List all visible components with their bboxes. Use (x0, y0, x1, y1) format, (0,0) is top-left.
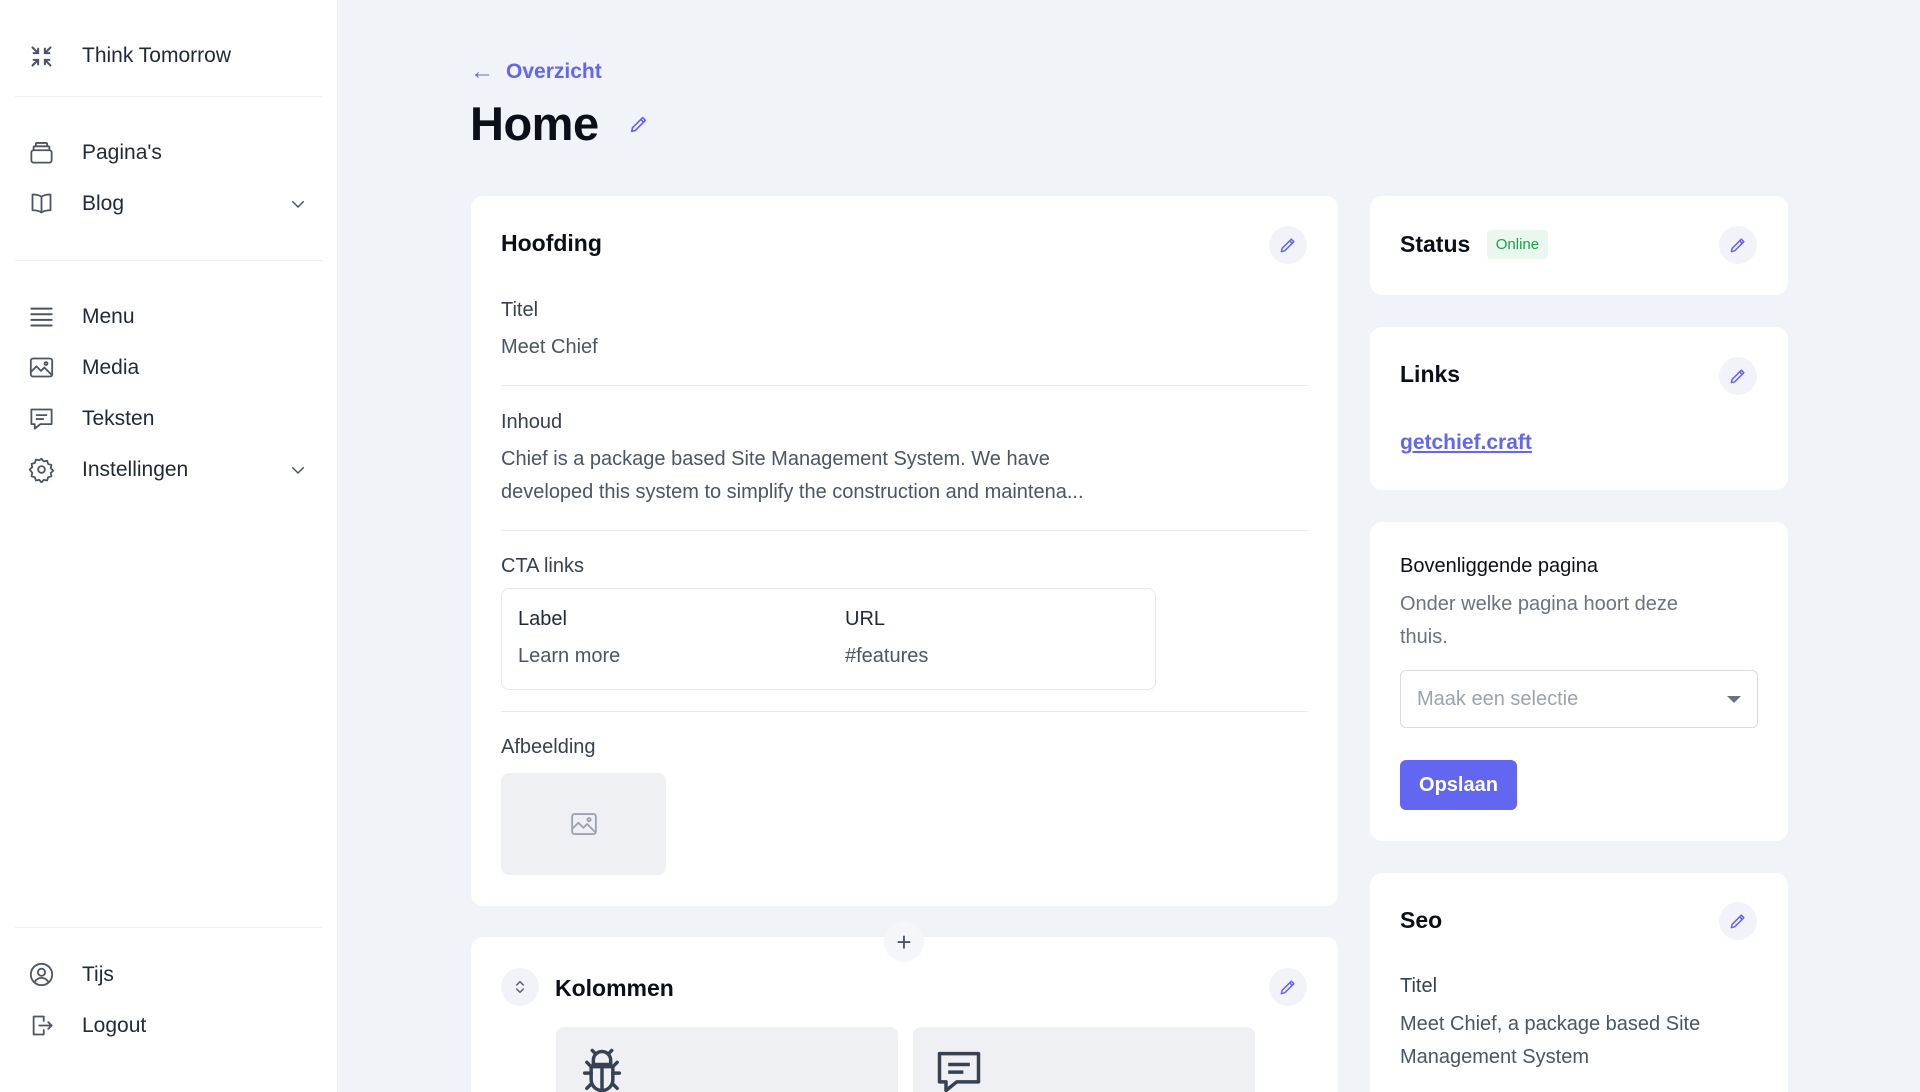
sidebar-item-media[interactable]: Media (0, 342, 337, 393)
seo-titel-line2: Management System (1400, 1046, 1589, 1068)
sidebar-item-label: Pagina's (82, 140, 162, 164)
brand-name: Think Tomorrow (82, 44, 231, 67)
column-block[interactable] (556, 1027, 898, 1092)
brand[interactable]: Think Tomorrow (0, 28, 337, 84)
chevron-down-icon[interactable] (289, 461, 307, 479)
chat-icon (937, 1051, 981, 1092)
edit-hoofding-button[interactable] (1269, 226, 1307, 264)
seo-titel-line1: Meet Chief, a package based Site (1400, 1013, 1701, 1035)
plus-icon: + (896, 926, 912, 957)
edit-status-button[interactable] (1719, 226, 1757, 264)
cta-cell-url: #features (845, 645, 929, 667)
sidebar-item-paginas[interactable]: Pagina's (0, 127, 337, 178)
pencil-icon (1730, 369, 1745, 384)
collapse-arrows-icon (28, 43, 55, 70)
links-title: Links (1400, 361, 1461, 387)
titel-label: Titel (501, 299, 539, 321)
cta-col-url: URL (845, 608, 886, 630)
back-label: Overzicht (506, 60, 602, 83)
sidebar-item-label: Logout (82, 1013, 147, 1037)
chevron-down-icon[interactable] (289, 195, 307, 213)
divider (501, 530, 1308, 531)
logout-icon (28, 1012, 55, 1039)
sidebar-item-label: Instellingen (82, 457, 189, 481)
parent-help-line2: thuis. (1400, 626, 1448, 648)
chat-icon (28, 405, 55, 432)
pencil-icon (1280, 238, 1295, 253)
parent-page-title: Bovenliggende pagina (1400, 555, 1598, 577)
links-card (1370, 327, 1788, 490)
pencil-icon (1730, 238, 1745, 253)
cta-cell-label: Learn more (518, 645, 621, 667)
divider (501, 711, 1308, 712)
parent-page-select[interactable]: Maak een selectie (1400, 670, 1758, 728)
title-row: Home (470, 96, 657, 151)
edit-links-button[interactable] (1719, 357, 1757, 395)
cta-table (501, 588, 1156, 690)
chevron-updown-icon (516, 980, 524, 994)
stack-icon (28, 139, 55, 166)
sidebar-divider (15, 260, 322, 261)
bug-icon (582, 1048, 622, 1092)
inhoud-value-line2: developed this system to simplify the co… (501, 481, 1084, 503)
gear-icon (28, 456, 55, 483)
kolommen-title: Kolommen (555, 975, 674, 1001)
caret-down-icon (1727, 695, 1741, 703)
divider (501, 385, 1308, 386)
sidebar-item-label: Tijs (82, 962, 114, 986)
sidebar: Think Tomorrow Pagina's Blog Menu Media … (0, 0, 338, 1092)
cta-col-label: Label (518, 608, 567, 630)
cta-label: CTA links (501, 555, 584, 577)
sidebar-item-menu[interactable]: Menu (0, 291, 337, 342)
status-title: Status (1400, 231, 1471, 257)
status-header: Status Online (1400, 230, 1549, 259)
user-icon (28, 961, 55, 988)
seo-titel-label: Titel (1400, 975, 1438, 997)
pencil-icon (1730, 914, 1745, 929)
back-link[interactable]: ← Overzicht (470, 60, 602, 84)
sidebar-item-label: Media (82, 355, 140, 379)
parent-help-line1: Onder welke pagina hoort deze (1400, 593, 1678, 615)
save-button[interactable]: Opslaan (1400, 760, 1517, 810)
image-icon (570, 813, 597, 835)
site-link[interactable]: getchief.craft (1400, 431, 1532, 455)
image-icon (28, 354, 55, 381)
sidebar-divider (15, 927, 322, 928)
sidebar-item-blog[interactable]: Blog (0, 178, 337, 229)
seo-title: Seo (1400, 907, 1443, 933)
sidebar-item-logout[interactable]: Logout (0, 1000, 337, 1051)
status-badge: Online (1486, 230, 1549, 259)
afbeelding-label: Afbeelding (501, 736, 596, 758)
book-icon (28, 190, 55, 217)
pencil-icon[interactable] (621, 106, 657, 142)
add-block-button[interactable]: + (884, 922, 924, 962)
image-placeholder[interactable] (501, 773, 666, 875)
edit-seo-button[interactable] (1719, 902, 1757, 940)
sidebar-divider (15, 96, 322, 97)
pencil-icon (1280, 980, 1295, 995)
lines-icon (28, 303, 55, 330)
reorder-button[interactable] (501, 968, 539, 1006)
sidebar-item-label: Teksten (82, 406, 155, 430)
inhoud-value-line1: Chief is a package based Site Management… (501, 448, 1050, 470)
inhoud-label: Inhoud (501, 411, 563, 433)
sidebar-item-teksten[interactable]: Teksten (0, 393, 337, 444)
sidebar-item-label: Blog (82, 191, 125, 215)
sidebar-item-user[interactable]: Tijs (0, 949, 337, 1000)
titel-value: Meet Chief (501, 336, 598, 358)
column-block[interactable] (913, 1027, 1255, 1092)
sidebar-item-instellingen[interactable]: Instellingen (0, 444, 337, 495)
arrow-left-icon: ← (470, 58, 494, 85)
hoofding-title: Hoofding (501, 230, 602, 256)
sidebar-item-label: Menu (82, 304, 135, 328)
select-placeholder: Maak een selectie (1417, 687, 1579, 710)
page-title: Home (470, 97, 599, 150)
edit-kolommen-button[interactable] (1269, 968, 1307, 1006)
